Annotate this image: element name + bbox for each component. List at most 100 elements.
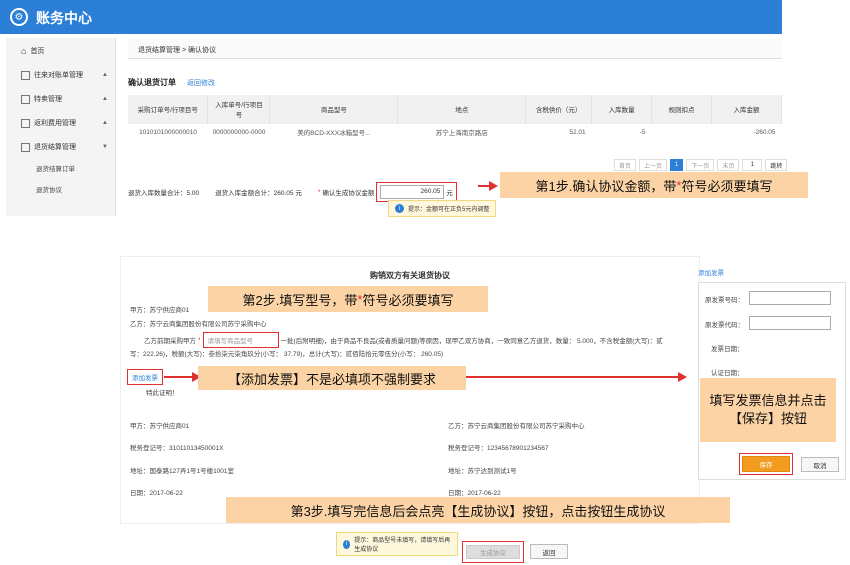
app-logo-icon: ⚙ — [10, 8, 28, 26]
fill-invoice-callout: 填写发票信息并点击【保存】按钮 — [700, 378, 836, 442]
table-cell: -5 — [591, 122, 652, 141]
table-cell: 52.01 — [525, 122, 592, 141]
column-header: 规则扣点 — [651, 95, 712, 123]
confirm-amount-box: 260.05 元 — [376, 182, 457, 202]
callout-text: 符号必须要填写 — [362, 292, 454, 308]
proof-text: 特此证明！ — [146, 390, 179, 397]
arrow-line — [466, 376, 680, 378]
save-button[interactable]: 保存 — [742, 456, 790, 472]
cancel-button[interactable]: 取消 — [801, 457, 839, 472]
agreement-text: 一批(后附明细)，由于商品不良品(或者质量问题)等原因，现甲乙双方协商，一致同意… — [280, 338, 663, 345]
tax-b: 税务登记号：12345678901234567 — [448, 445, 549, 452]
date-b: 日期：2017-06-22 — [448, 490, 501, 497]
order-table: 采购订单号/行项目号 入库单号/行项目号 商品型号 地点 含税供价（元） 入库数… — [128, 95, 783, 141]
sidebar-item-home[interactable]: ⌂ 首页 — [6, 41, 116, 61]
step1-callout: 第1步.确认协议金额，带 * 符号必须要填写 — [500, 172, 808, 198]
agreement-body-line2: 写：222.26)，税额(大写)：叁拾柒元柒角玖分(小写： 37.79)，总计(… — [130, 351, 444, 358]
invoice-code-input[interactable] — [749, 316, 831, 330]
footer-tip-text: 提示：商品型号未填写，请填写后再生成协议 — [354, 538, 451, 553]
sidebar-item-returns[interactable]: 退货结算管理 ▼ — [6, 137, 116, 157]
required-star: * — [198, 336, 201, 344]
table-cell: 1010101000000010 — [128, 122, 208, 141]
column-header: 商品型号 — [269, 95, 399, 123]
invoice-number-label: 原发票号码： — [705, 297, 744, 304]
sidebar-item-label: 特卖管理 — [34, 96, 62, 103]
back-to-edit-link[interactable]: 返回修改 — [187, 78, 215, 88]
amount-tip-text: 提示：金额可在正负5元内调整 — [408, 207, 490, 213]
add-invoice-callout: 【添加发票】不是必填项不强制要求 — [198, 366, 466, 390]
table-cell: 苏宁上海南京路店 — [397, 122, 526, 141]
current-page-button[interactable]: 1 — [670, 159, 684, 171]
callout-text: 第2步.填写型号，带 — [242, 292, 358, 308]
last-page-button[interactable]: 末页 — [717, 159, 740, 171]
cert-date-label: 认证日期： — [711, 370, 744, 377]
section-title: 确认退货订单 — [128, 78, 176, 87]
column-header: 入库金额 — [711, 95, 783, 123]
app-title: 账务中心 — [36, 10, 92, 26]
next-page-button[interactable]: 下一页 — [686, 159, 715, 171]
document-icon — [21, 142, 30, 152]
sidebar-item-label: 退货结算管理 — [34, 144, 76, 151]
table-cell: -260.05 — [711, 122, 782, 141]
chevron-up-icon: ▲ — [102, 120, 108, 126]
arrow-line — [164, 376, 194, 378]
page-number-input[interactable]: 1 — [742, 159, 763, 171]
sidebar-item-label: 返利费用管理 — [34, 120, 76, 127]
party-b: 乙方：苏宁云商集团股份有限公司苏宁采购中心 — [130, 321, 267, 328]
top-bar: ⚙ 账务中心 — [0, 0, 782, 34]
sig-party-a: 甲方：苏宁供应商01 — [130, 423, 190, 430]
first-page-button[interactable]: 首页 — [614, 159, 637, 171]
sidebar-item-label: 首页 — [30, 48, 45, 55]
table-cell: 美的BCD-XXX冰箱型号... — [269, 122, 398, 141]
sidebar-item-specials[interactable]: 特卖管理 ▲ — [6, 89, 116, 109]
chevron-up-icon: ▲ — [102, 72, 108, 78]
callout-text: 符号必须要填写 — [681, 178, 773, 194]
generate-agreement-button[interactable]: 生成协议 — [466, 545, 520, 559]
step3-callout: 第3步.填写完信息后会点亮【生成协议】按钮，点击按钮生成协议 — [226, 497, 730, 523]
table-header-row: 采购订单号/行项目号 入库单号/行项目号 商品型号 地点 含税供价（元） 入库数… — [128, 95, 783, 123]
document-icon — [21, 94, 30, 104]
pagination: 首页 上一页 1 下一页 末页 1 跳转 — [614, 159, 788, 171]
document-icon — [21, 70, 30, 80]
sidebar-item-label: 往来对账单管理 — [34, 72, 83, 79]
jump-button[interactable]: 跳转 — [765, 159, 788, 171]
column-header: 采购订单号/行项目号 — [128, 95, 209, 123]
footer-tip: i 提示：商品型号未填写，请填写后再生成协议 — [336, 532, 458, 556]
table-cell — [651, 122, 712, 141]
document-icon — [21, 118, 30, 128]
column-header: 含税供价（元） — [525, 95, 593, 123]
sidebar-item-rebates[interactable]: 返利费用管理 ▲ — [6, 113, 116, 133]
callout-text: 第1步.确认协议金额，带 — [535, 178, 677, 194]
column-header: 地点 — [397, 95, 527, 123]
sig-party-b: 乙方：苏宁云商集团股份有限公司苏宁采购中心 — [448, 423, 585, 430]
return-amount-total: 退货入库金额合计：260.05 元 — [215, 190, 302, 197]
confirm-amount-group: * 确认生成协议金额 260.05 元 — [318, 182, 457, 202]
agreement-text: 乙方前期采购甲方 — [144, 338, 196, 345]
table-row: 1010101000000010 0000000000-0000 美的BCD-X… — [128, 122, 782, 141]
addr-b: 地址：苏宁达到测试1号 — [448, 468, 517, 475]
generate-button-frame: 生成协议 — [462, 541, 524, 563]
amount-tip: i 提示：金额可在正负5元内调整 — [388, 200, 497, 217]
chevron-down-icon: ▼ — [102, 144, 108, 150]
chevron-up-icon: ▲ — [102, 96, 108, 102]
table-cell: 0000000000-0000 — [207, 122, 270, 141]
confirm-amount-input[interactable]: 260.05 — [380, 185, 445, 199]
required-star: * — [317, 188, 321, 196]
unit-label: 元 — [446, 190, 453, 197]
info-icon: i — [395, 204, 404, 213]
party-a: 甲方：苏宁供应商01 — [130, 307, 190, 314]
return-qty-total: 退货入库数量合计：5.00 — [128, 190, 200, 197]
home-icon: ⌂ — [21, 46, 27, 56]
arrow-right-icon — [678, 372, 687, 382]
prev-page-button[interactable]: 上一页 — [639, 159, 668, 171]
confirm-amount-label: 确认生成协议金额 — [322, 190, 375, 197]
model-input[interactable]: 请填写商品型号 — [202, 332, 279, 348]
sidebar-subitem-return-orders[interactable]: 退货结算订单 — [36, 160, 75, 176]
sidebar: ⌂ 首页 往来对账单管理 ▲ 特卖管理 ▲ 返利费用管理 ▲ 退货结算管理 ▼ … — [6, 38, 116, 216]
sidebar-item-statements[interactable]: 往来对账单管理 ▲ — [6, 65, 116, 85]
back-button[interactable]: 返回 — [530, 544, 568, 559]
addr-a: 地址：国泰路127弄1号1号楼1001室 — [130, 468, 235, 475]
sidebar-subitem-return-agreement[interactable]: 退货协议 — [36, 181, 62, 197]
add-invoice-link[interactable]: 添加发票 — [127, 369, 163, 385]
invoice-number-input[interactable] — [749, 291, 831, 305]
